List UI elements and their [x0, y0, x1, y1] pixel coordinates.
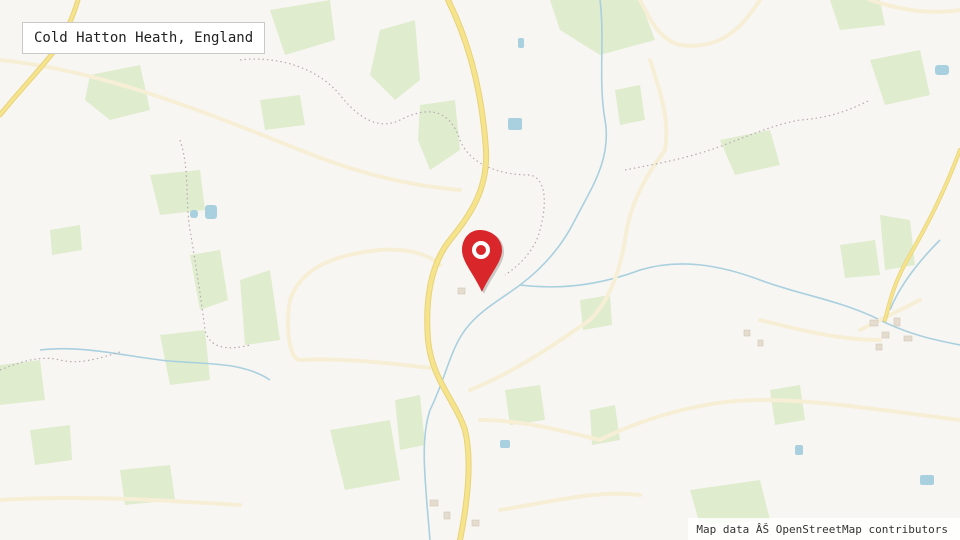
place-name-label: Cold Hatton Heath, England	[22, 22, 266, 54]
map-pin-icon	[462, 230, 504, 294]
map-attribution[interactable]: Map data ÂŠ OpenStreetMap contributors	[688, 518, 960, 540]
location-marker[interactable]	[458, 228, 506, 294]
